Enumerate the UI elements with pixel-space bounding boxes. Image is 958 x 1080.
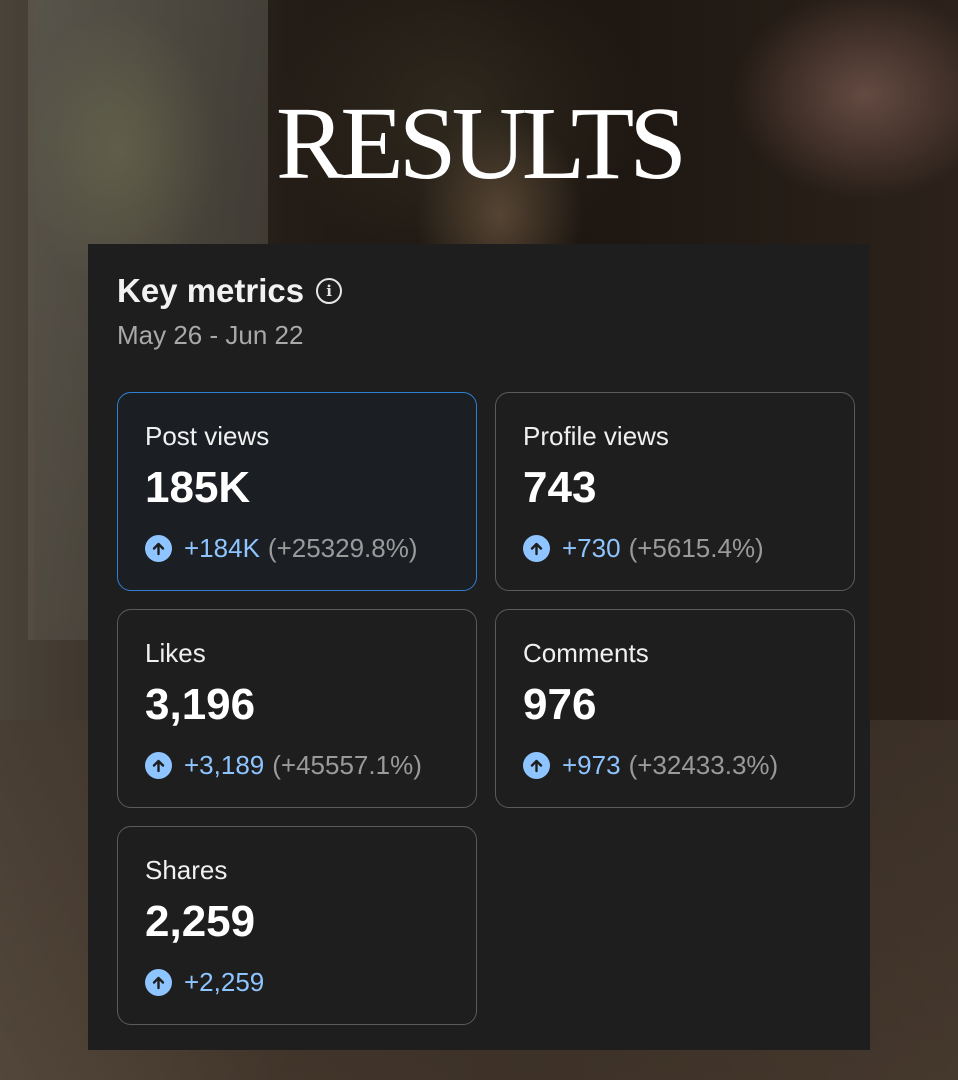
results-headline: RESULTS [275, 86, 687, 201]
metric-label: Profile views [523, 421, 669, 451]
card-title: Key metrics [117, 272, 305, 309]
arrow-up-icon [523, 535, 550, 562]
card-header: Key metrics i [117, 272, 343, 310]
metric-delta-percent: (+32433.3%) [628, 750, 779, 780]
metric-tile-shares[interactable]: Shares 2,259 +2,259 [117, 826, 477, 1025]
metric-delta-value: +973 [562, 750, 621, 780]
metric-tile-post-views[interactable]: Post views 185K +184K (+25329.8%) [117, 392, 477, 591]
metric-delta: +730 (+5615.4%) [523, 533, 764, 564]
metric-label: Likes [145, 638, 206, 668]
metric-delta-percent: (+45557.1%) [272, 750, 422, 780]
arrow-up-icon [145, 752, 172, 779]
arrow-up-icon [145, 535, 172, 562]
metric-value: 185K [145, 463, 251, 512]
metric-value: 2,259 [145, 897, 256, 946]
key-metrics-card: Key metrics i May 26 - Jun 22 Post views… [88, 244, 870, 1050]
metric-value: 3,196 [145, 680, 256, 729]
metric-tile-likes[interactable]: Likes 3,196 +3,189 (+45557.1%) [117, 609, 477, 808]
date-range[interactable]: May 26 - Jun 22 [117, 320, 303, 351]
metric-label: Post views [145, 421, 270, 451]
metric-value: 976 [523, 680, 597, 729]
arrow-up-icon [145, 969, 172, 996]
metric-delta: +973 (+32433.3%) [523, 750, 778, 781]
metric-delta: +184K (+25329.8%) [145, 533, 418, 564]
metric-delta-value: +3,189 [184, 750, 265, 780]
metric-tile-profile-views[interactable]: Profile views 743 +730 (+5615.4%) [495, 392, 855, 591]
background-photo: RESULTS Key metrics i May 26 - Jun 22 Po… [0, 0, 958, 1080]
metric-delta: +3,189 (+45557.1%) [145, 750, 422, 781]
metric-label: Shares [145, 855, 228, 885]
metric-delta-value: +184K [184, 533, 260, 563]
metric-delta-value: +2,259 [184, 967, 265, 997]
metric-delta-percent: (+25329.8%) [267, 533, 418, 563]
info-icon[interactable]: i [316, 278, 343, 304]
metric-delta: +2,259 [145, 967, 264, 998]
metric-value: 743 [523, 463, 597, 512]
metric-tile-comments[interactable]: Comments 976 +973 (+32433.3%) [495, 609, 855, 808]
metric-label: Comments [523, 638, 649, 668]
metric-delta-percent: (+5615.4%) [628, 533, 764, 563]
metric-delta-value: +730 [562, 533, 621, 563]
arrow-up-icon [523, 752, 550, 779]
